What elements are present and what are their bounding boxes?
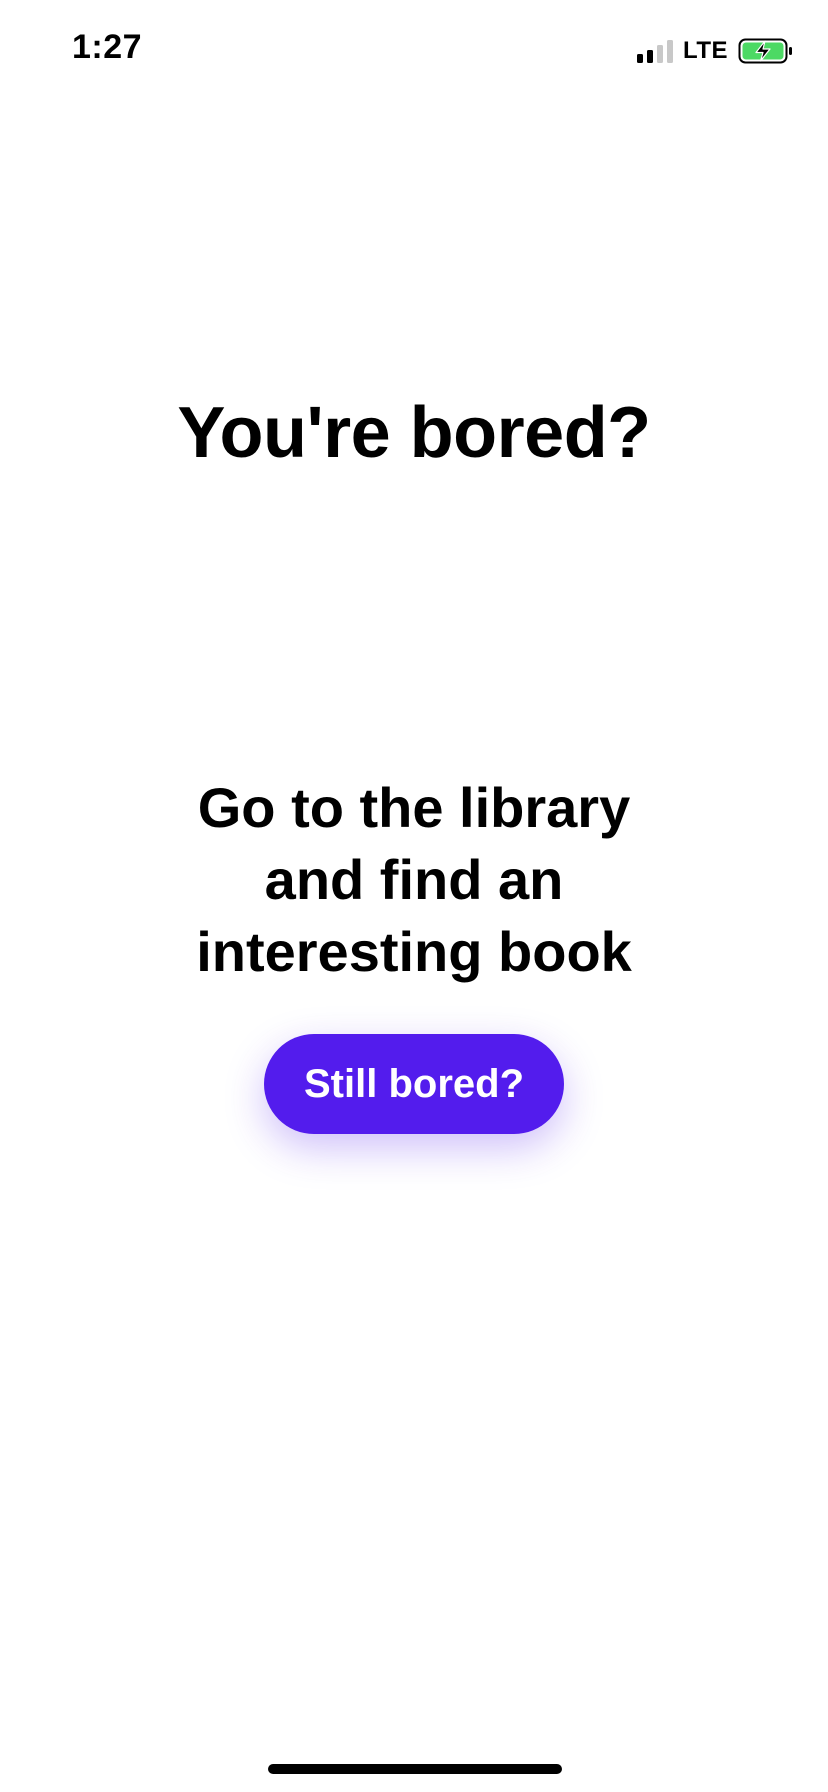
suggestion-text: Go to the library and find an interestin… — [196, 776, 632, 983]
status-indicators: LTE — [636, 36, 794, 66]
page-title: You're bored? — [177, 393, 651, 473]
home-indicator[interactable] — [268, 1764, 562, 1774]
cellular-signal-icon — [636, 39, 673, 63]
status-time: 1:27 — [72, 28, 143, 66]
still-bored-button[interactable]: Still bored? — [264, 1034, 564, 1134]
battery-charging-icon — [738, 37, 794, 65]
status-bar: 1:27 LTE — [0, 0, 828, 100]
network-type: LTE — [682, 37, 728, 64]
